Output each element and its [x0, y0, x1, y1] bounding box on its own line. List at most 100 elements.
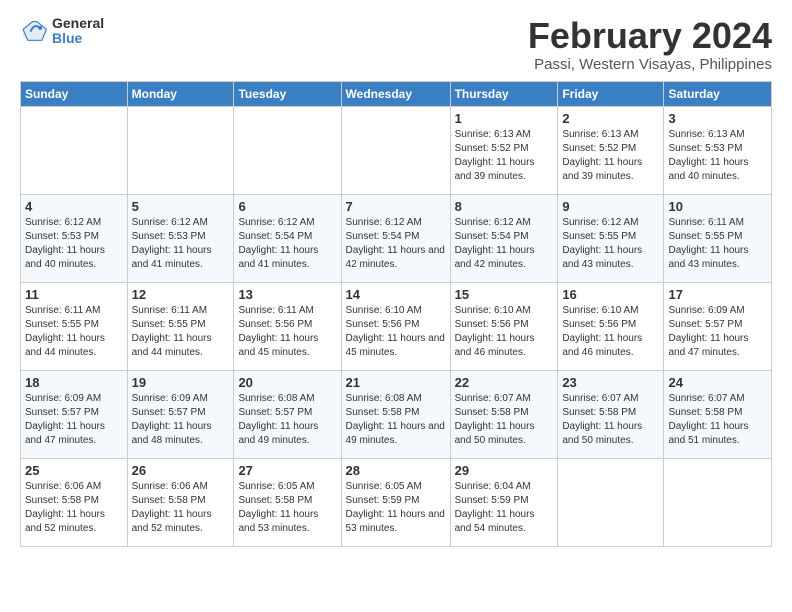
calendar-cell: 16 Sunrise: 6:10 AM Sunset: 5:56 PM Dayli…: [558, 282, 664, 370]
day-info: Sunrise: 6:12 AM Sunset: 5:54 PM Dayligh…: [346, 216, 446, 272]
header-thursday: Thursday: [450, 81, 558, 106]
day-number: 2: [562, 111, 659, 126]
page-header: General Blue February 2024 Passi, Wester…: [20, 16, 772, 73]
calendar-cell: 15 Sunrise: 6:10 AM Sunset: 5:56 PM Dayli…: [450, 282, 558, 370]
calendar-cell: 2 Sunrise: 6:13 AM Sunset: 5:52 PM Daylig…: [558, 106, 664, 194]
calendar-week-5: 25Sunrise: 6:06 AM Sunset: 5:58 PM Dayli…: [21, 458, 772, 546]
calendar-cell: 11Sunrise: 6:11 AM Sunset: 5:55 PM Dayli…: [21, 282, 128, 370]
day-number: 28: [346, 463, 446, 478]
header-monday: Monday: [127, 81, 234, 106]
calendar-week-3: 11Sunrise: 6:11 AM Sunset: 5:55 PM Dayli…: [21, 282, 772, 370]
day-info: Sunrise: 6:06 AM Sunset: 5:58 PM Dayligh…: [132, 480, 230, 536]
calendar-cell: 26 Sunrise: 6:06 AM Sunset: 5:58 PM Dayli…: [127, 458, 234, 546]
day-number: 16: [562, 287, 659, 302]
day-info: Sunrise: 6:10 AM Sunset: 5:56 PM Dayligh…: [455, 304, 554, 360]
title-block: February 2024 Passi, Western Visayas, Ph…: [528, 16, 772, 73]
day-number: 14: [346, 287, 446, 302]
day-number: 21: [346, 375, 446, 390]
day-number: 13: [238, 287, 336, 302]
header-friday: Friday: [558, 81, 664, 106]
day-info: Sunrise: 6:13 AM Sunset: 5:53 PM Dayligh…: [668, 128, 767, 184]
day-number: 22: [455, 375, 554, 390]
day-info: Sunrise: 6:06 AM Sunset: 5:58 PM Dayligh…: [25, 480, 123, 536]
calendar-cell: 23Sunrise: 6:07 AM Sunset: 5:58 PM Dayli…: [558, 370, 664, 458]
day-number: 9: [562, 199, 659, 214]
calendar-cell: 20 Sunrise: 6:08 AM Sunset: 5:57 PM Dayli…: [234, 370, 341, 458]
day-number: 3: [668, 111, 767, 126]
day-info: Sunrise: 6:11 AM Sunset: 5:55 PM Dayligh…: [668, 216, 767, 272]
day-number: 8: [455, 199, 554, 214]
header-saturday: Saturday: [664, 81, 772, 106]
logo-general: General: [52, 16, 104, 31]
day-info: Sunrise: 6:07 AM Sunset: 5:58 PM Dayligh…: [562, 392, 659, 448]
header-wednesday: Wednesday: [341, 81, 450, 106]
calendar-cell: 21 Sunrise: 6:08 AM Sunset: 5:58 PM Dayli…: [341, 370, 450, 458]
logo-icon: [20, 17, 48, 45]
day-number: 7: [346, 199, 446, 214]
logo-blue: Blue: [52, 31, 104, 46]
day-number: 26: [132, 463, 230, 478]
calendar-week-1: 1 Sunrise: 6:13 AM Sunset: 5:52 PM Daylig…: [21, 106, 772, 194]
day-number: 12: [132, 287, 230, 302]
day-number: 27: [238, 463, 336, 478]
day-info: Sunrise: 6:07 AM Sunset: 5:58 PM Dayligh…: [668, 392, 767, 448]
day-info: Sunrise: 6:12 AM Sunset: 5:54 PM Dayligh…: [238, 216, 336, 272]
day-info: Sunrise: 6:12 AM Sunset: 5:53 PM Dayligh…: [25, 216, 123, 272]
logo: General Blue: [20, 16, 104, 47]
day-number: 20: [238, 375, 336, 390]
day-info: Sunrise: 6:11 AM Sunset: 5:55 PM Dayligh…: [25, 304, 123, 360]
day-number: 18: [25, 375, 123, 390]
calendar-cell: 17 Sunrise: 6:09 AM Sunset: 5:57 PM Dayli…: [664, 282, 772, 370]
month-title: February 2024: [528, 16, 772, 56]
day-info: Sunrise: 6:05 AM Sunset: 5:59 PM Dayligh…: [346, 480, 446, 536]
day-number: 24: [668, 375, 767, 390]
calendar-cell: [234, 106, 341, 194]
day-number: 19: [132, 375, 230, 390]
day-info: Sunrise: 6:08 AM Sunset: 5:58 PM Dayligh…: [346, 392, 446, 448]
calendar-cell: 22Sunrise: 6:07 AM Sunset: 5:58 PM Dayli…: [450, 370, 558, 458]
header-row: Sunday Monday Tuesday Wednesday Thursday…: [21, 81, 772, 106]
calendar-cell: [558, 458, 664, 546]
day-number: 4: [25, 199, 123, 214]
calendar-cell: 3 Sunrise: 6:13 AM Sunset: 5:53 PM Daylig…: [664, 106, 772, 194]
day-info: Sunrise: 6:10 AM Sunset: 5:56 PM Dayligh…: [562, 304, 659, 360]
day-info: Sunrise: 6:12 AM Sunset: 5:55 PM Dayligh…: [562, 216, 659, 272]
calendar-week-2: 4 Sunrise: 6:12 AM Sunset: 5:53 PM Daylig…: [21, 194, 772, 282]
day-number: 5: [132, 199, 230, 214]
calendar-cell: 28 Sunrise: 6:05 AM Sunset: 5:59 PM Dayli…: [341, 458, 450, 546]
day-number: 1: [455, 111, 554, 126]
day-info: Sunrise: 6:12 AM Sunset: 5:54 PM Dayligh…: [455, 216, 554, 272]
day-info: Sunrise: 6:13 AM Sunset: 5:52 PM Dayligh…: [455, 128, 554, 184]
calendar-cell: 18Sunrise: 6:09 AM Sunset: 5:57 PM Dayli…: [21, 370, 128, 458]
day-info: Sunrise: 6:11 AM Sunset: 5:55 PM Dayligh…: [132, 304, 230, 360]
calendar-cell: [341, 106, 450, 194]
calendar-cell: 14 Sunrise: 6:10 AM Sunset: 5:56 PM Dayli…: [341, 282, 450, 370]
calendar-cell: 8 Sunrise: 6:12 AM Sunset: 5:54 PM Daylig…: [450, 194, 558, 282]
calendar-cell: 13 Sunrise: 6:11 AM Sunset: 5:56 PM Dayli…: [234, 282, 341, 370]
calendar-cell: 7 Sunrise: 6:12 AM Sunset: 5:54 PM Daylig…: [341, 194, 450, 282]
day-info: Sunrise: 6:08 AM Sunset: 5:57 PM Dayligh…: [238, 392, 336, 448]
calendar-cell: 6 Sunrise: 6:12 AM Sunset: 5:54 PM Daylig…: [234, 194, 341, 282]
calendar-cell: 1 Sunrise: 6:13 AM Sunset: 5:52 PM Daylig…: [450, 106, 558, 194]
calendar-cell: 25Sunrise: 6:06 AM Sunset: 5:58 PM Dayli…: [21, 458, 128, 546]
calendar-table: Sunday Monday Tuesday Wednesday Thursday…: [20, 81, 772, 547]
location-subtitle: Passi, Western Visayas, Philippines: [528, 56, 772, 73]
day-number: 15: [455, 287, 554, 302]
calendar-cell: [127, 106, 234, 194]
header-sunday: Sunday: [21, 81, 128, 106]
calendar-cell: 19 Sunrise: 6:09 AM Sunset: 5:57 PM Dayli…: [127, 370, 234, 458]
day-info: Sunrise: 6:09 AM Sunset: 5:57 PM Dayligh…: [668, 304, 767, 360]
calendar-cell: 27 Sunrise: 6:05 AM Sunset: 5:58 PM Dayli…: [234, 458, 341, 546]
day-info: Sunrise: 6:11 AM Sunset: 5:56 PM Dayligh…: [238, 304, 336, 360]
day-number: 6: [238, 199, 336, 214]
day-info: Sunrise: 6:13 AM Sunset: 5:52 PM Dayligh…: [562, 128, 659, 184]
header-tuesday: Tuesday: [234, 81, 341, 106]
day-info: Sunrise: 6:09 AM Sunset: 5:57 PM Dayligh…: [132, 392, 230, 448]
calendar-cell: 5Sunrise: 6:12 AM Sunset: 5:53 PM Daylig…: [127, 194, 234, 282]
calendar-cell: 9 Sunrise: 6:12 AM Sunset: 5:55 PM Daylig…: [558, 194, 664, 282]
day-info: Sunrise: 6:05 AM Sunset: 5:58 PM Dayligh…: [238, 480, 336, 536]
calendar-cell: 24 Sunrise: 6:07 AM Sunset: 5:58 PM Dayli…: [664, 370, 772, 458]
day-info: Sunrise: 6:10 AM Sunset: 5:56 PM Dayligh…: [346, 304, 446, 360]
day-number: 17: [668, 287, 767, 302]
calendar-cell: 10Sunrise: 6:11 AM Sunset: 5:55 PM Dayli…: [664, 194, 772, 282]
